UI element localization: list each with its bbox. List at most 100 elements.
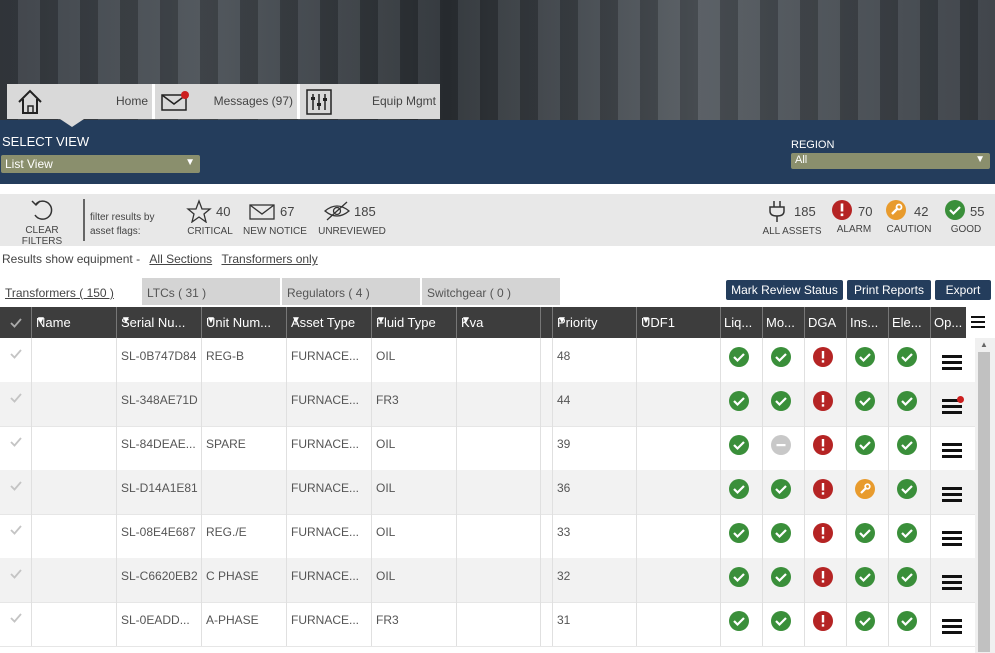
cell-liq-status[interactable] bbox=[720, 382, 763, 426]
table-scrollbar[interactable]: ▲ bbox=[975, 338, 995, 653]
cell-liq-status[interactable] bbox=[720, 426, 763, 470]
cell-udf1 bbox=[636, 382, 721, 426]
checkmark-icon bbox=[10, 525, 22, 535]
row-options-menu[interactable] bbox=[930, 558, 975, 602]
row-options-menu[interactable] bbox=[930, 514, 975, 558]
row-options-menu[interactable] bbox=[930, 338, 975, 382]
cell-dga-status[interactable] bbox=[804, 558, 847, 602]
new-notice-filter[interactable]: 67 NEW NOTICE bbox=[242, 199, 308, 237]
column-menu-button[interactable] bbox=[966, 307, 995, 338]
tab-regulators[interactable]: Regulators ( 4 ) bbox=[282, 278, 420, 305]
row-select-checkbox[interactable] bbox=[0, 382, 32, 426]
nav-tab-messages[interactable]: Messages (97) bbox=[155, 84, 300, 119]
caution-filter[interactable]: 42 CAUTION bbox=[884, 199, 934, 235]
cell-ele-status[interactable] bbox=[888, 470, 931, 514]
column-header-kva[interactable]: Kva ▼ bbox=[456, 307, 541, 338]
table-row[interactable]: SL-08E4E687 REG./E FURNACE... OIL 33 bbox=[0, 514, 975, 559]
table-row[interactable]: SL-C6620EB2 C PHASE FURNACE... OIL 32 bbox=[0, 558, 975, 603]
nav-tab-home[interactable]: Home bbox=[7, 84, 155, 119]
cell-ele-status[interactable] bbox=[888, 514, 931, 558]
cell-liq-status[interactable] bbox=[720, 558, 763, 602]
row-select-checkbox[interactable] bbox=[0, 602, 32, 646]
row-select-checkbox[interactable] bbox=[0, 426, 32, 470]
row-select-checkbox[interactable] bbox=[0, 338, 32, 382]
row-select-checkbox[interactable] bbox=[0, 470, 32, 514]
mark-review-status-button[interactable]: Mark Review Status bbox=[726, 280, 843, 300]
cell-mo-status[interactable] bbox=[762, 426, 805, 470]
tab-ltcs[interactable]: LTCs ( 31 ) bbox=[142, 278, 280, 305]
region-dropdown[interactable]: All ▼ bbox=[791, 153, 990, 169]
cell-ins-status[interactable] bbox=[846, 558, 889, 602]
print-reports-button[interactable]: Print Reports bbox=[847, 280, 931, 300]
export-button[interactable]: Export bbox=[935, 280, 991, 300]
table-row[interactable]: SL-D14A1E81 FURNACE... OIL 36 bbox=[0, 470, 975, 515]
cell-liq-status[interactable] bbox=[720, 470, 763, 514]
cell-ele-status[interactable] bbox=[888, 426, 931, 470]
cell-mo-status[interactable] bbox=[762, 514, 805, 558]
tab-transformers[interactable]: Transformers ( 150 ) bbox=[0, 278, 140, 305]
column-header-mo[interactable]: Mo... bbox=[762, 307, 805, 338]
cell-ele-status[interactable] bbox=[888, 558, 931, 602]
cell-dga-status[interactable] bbox=[804, 382, 847, 426]
row-options-menu[interactable] bbox=[930, 602, 975, 646]
column-header-fluid-type[interactable]: Fluid Type ▼ bbox=[371, 307, 457, 338]
table-row[interactable]: SL-84DEAE... SPARE FURNACE... OIL 39 bbox=[0, 426, 975, 471]
column-header-op[interactable]: Op... bbox=[930, 307, 967, 338]
column-header-serial[interactable]: Serial Nu... ▼ bbox=[116, 307, 202, 338]
cell-liq-status[interactable] bbox=[720, 514, 763, 558]
column-header-asset-type[interactable]: Asset Type ▼ bbox=[286, 307, 372, 338]
transformers-only-link[interactable]: Transformers only bbox=[221, 252, 317, 266]
scroll-up-arrow[interactable]: ▲ bbox=[980, 340, 988, 349]
nav-tab-equip-mgmt[interactable]: Equip Mgmt bbox=[300, 84, 440, 119]
cell-ele-status[interactable] bbox=[888, 338, 931, 382]
all-sections-link[interactable]: All Sections bbox=[149, 252, 212, 266]
cell-ins-status[interactable] bbox=[846, 426, 889, 470]
select-all-checkbox[interactable] bbox=[0, 307, 32, 338]
cell-mo-status[interactable] bbox=[762, 602, 805, 646]
cell-ins-status[interactable] bbox=[846, 338, 889, 382]
scrollbar-thumb[interactable] bbox=[978, 352, 990, 652]
cell-mo-status[interactable] bbox=[762, 382, 805, 426]
select-view-dropdown[interactable]: List View ▼ bbox=[1, 155, 200, 173]
column-header-udf1[interactable]: UDF1 ▼ bbox=[636, 307, 721, 338]
table-row[interactable]: SL-348AE71D FURNACE... FR3 44 bbox=[0, 382, 975, 427]
row-options-menu[interactable] bbox=[930, 426, 975, 470]
table-row[interactable]: SL-0B747D84 REG-B FURNACE... OIL 48 bbox=[0, 338, 975, 383]
cell-ele-status[interactable] bbox=[888, 382, 931, 426]
row-select-checkbox[interactable] bbox=[0, 558, 32, 602]
clear-filters-button[interactable]: CLEAR FILTERS bbox=[4, 198, 80, 247]
cell-liq-status[interactable] bbox=[720, 602, 763, 646]
alarm-filter[interactable]: 70 ALARM bbox=[832, 199, 876, 235]
cell-liq-status[interactable] bbox=[720, 338, 763, 382]
row-options-menu[interactable] bbox=[930, 382, 975, 426]
cell-ins-status[interactable] bbox=[846, 602, 889, 646]
column-header-priority[interactable]: Priority ▼ bbox=[552, 307, 637, 338]
cell-mo-status[interactable] bbox=[762, 338, 805, 382]
all-assets-filter[interactable]: 185 ALL ASSETS bbox=[762, 199, 822, 237]
good-filter[interactable]: 55 GOOD bbox=[944, 199, 988, 235]
table-row[interactable]: SL-0EADD... A-PHASE FURNACE... FR3 31 bbox=[0, 602, 975, 647]
tab-switchgear[interactable]: Switchgear ( 0 ) bbox=[422, 278, 560, 305]
column-header-liq[interactable]: Liq... bbox=[720, 307, 763, 338]
column-header-dga[interactable]: DGA bbox=[804, 307, 847, 338]
cell-dga-status[interactable] bbox=[804, 602, 847, 646]
cell-dga-status[interactable] bbox=[804, 514, 847, 558]
unreviewed-filter[interactable]: 185 UNREVIEWED bbox=[318, 199, 386, 237]
cell-ins-status[interactable] bbox=[846, 514, 889, 558]
cell-dga-status[interactable] bbox=[804, 470, 847, 514]
column-header-ins[interactable]: Ins... bbox=[846, 307, 889, 338]
cell-mo-status[interactable] bbox=[762, 470, 805, 514]
cell-ins-status[interactable] bbox=[846, 382, 889, 426]
cell-ins-status[interactable] bbox=[846, 470, 889, 514]
cell-mo-status[interactable] bbox=[762, 558, 805, 602]
cell-ele-status[interactable] bbox=[888, 602, 931, 646]
cell-dga-status[interactable] bbox=[804, 426, 847, 470]
row-options-menu[interactable] bbox=[930, 470, 975, 514]
column-header-unit[interactable]: Unit Num... ▼ bbox=[201, 307, 287, 338]
column-header-name[interactable]: Name ▼ bbox=[31, 307, 117, 338]
cell-dga-status[interactable] bbox=[804, 338, 847, 382]
row-select-checkbox[interactable] bbox=[0, 514, 32, 558]
cell-serial-text: SL-08E4E687 bbox=[121, 525, 196, 539]
column-header-ele[interactable]: Ele... bbox=[888, 307, 931, 338]
critical-filter[interactable]: 40 CRITICAL bbox=[186, 199, 234, 237]
